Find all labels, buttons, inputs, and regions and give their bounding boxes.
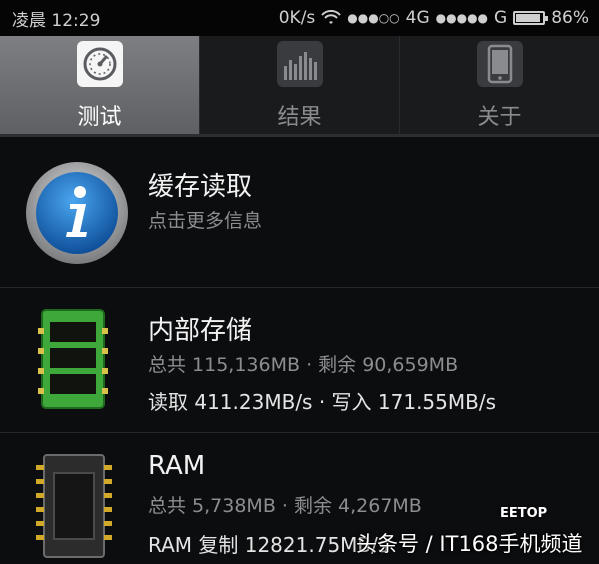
phone-icon (476, 41, 523, 87)
test-list: 缓存读取 点击更多信息 内部存储 总共 115,136MB · 剩余 90,65… (0, 138, 599, 564)
wifi-icon (321, 10, 342, 24)
tab-about[interactable]: 关于 (400, 36, 599, 136)
signal-strength-2: ●●●●● (435, 11, 489, 25)
item-subtitle: 点击更多信息 (148, 210, 263, 232)
tab-about-label: 关于 (477, 105, 522, 130)
watermark-logo: EETOP (500, 506, 548, 521)
info-icon (26, 162, 128, 264)
tab-results[interactable]: 结果 (200, 36, 400, 136)
battery-percent: 86% (551, 8, 589, 28)
item-subtitle: 总共 5,738MB · 剩余 4,267MB (148, 495, 422, 517)
item-title: 缓存读取 (148, 172, 253, 202)
item-title: 内部存储 (148, 316, 253, 346)
status-bar: 凌晨 12:29 0K/s ●●●○○ 4G ●●●●● G 86% (0, 0, 599, 36)
network-speed: 0K/s (278, 8, 316, 28)
item-speed: 读取 411.23MB/s · 写入 171.55MB/s (148, 390, 497, 414)
sd-card-icon (38, 309, 108, 409)
tab-results-label: 结果 (277, 105, 322, 130)
carrier-2: G (494, 8, 508, 28)
list-item-cache-read[interactable]: 缓存读取 点击更多信息 (0, 138, 599, 288)
list-item-internal-storage[interactable]: 内部存储 总共 115,136MB · 剩余 90,659MB 读取 411.2… (0, 288, 599, 433)
status-indicators: 0K/s ●●●○○ 4G ●●●●● G 86% (279, 8, 589, 28)
bar-chart-icon (276, 41, 323, 87)
battery-icon (513, 11, 549, 25)
tab-test-label: 测试 (77, 105, 122, 130)
watermark-text: 头条号 / IT168手机频道 (356, 532, 583, 556)
speedometer-icon (76, 41, 123, 87)
item-title: RAM (148, 451, 206, 481)
tab-bar-divider (0, 134, 599, 137)
carrier-1: 4G (405, 8, 430, 28)
item-subtitle: 总共 115,136MB · 剩余 90,659MB (148, 354, 459, 376)
chip-icon (36, 454, 112, 558)
tab-test[interactable]: 测试 (0, 36, 200, 136)
signal-strength-1: ●●●○○ (347, 11, 400, 25)
tab-bar: 测试 结果 关于 (0, 36, 599, 136)
status-time: 凌晨 12:29 (12, 10, 101, 31)
item-speed: RAM 复制 12821.75MB/s (148, 533, 389, 557)
